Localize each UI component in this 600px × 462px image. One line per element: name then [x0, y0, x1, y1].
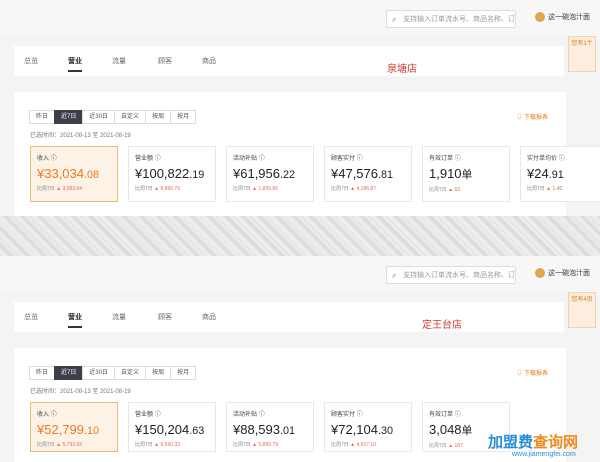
store-panel-2: ⌕ 支持输入订单流水号、商品名称、订 这一碗泡汁面 总览 营业 流量 顾客 商品…: [0, 256, 600, 462]
tab-customers[interactable]: 顾客: [158, 56, 172, 66]
range-month[interactable]: 按月: [170, 110, 197, 124]
metric-list: 收入 ⓘ ¥52,799.10 比周7日 ▲ 5,793.92 营业额 ⓘ ¥1…: [30, 402, 520, 452]
tab-overview[interactable]: 总览: [24, 312, 38, 322]
tab-traffic[interactable]: 流量: [112, 312, 126, 322]
nav-tabs: 总览 营业 流量 顾客 商品 泉塘店: [14, 46, 564, 76]
metric-income[interactable]: 收入 ⓘ ¥33,034.08 比周7日 ▲ 3,083.64: [30, 146, 118, 202]
metric-valid-orders[interactable]: 有效订单 ⓘ 1,910单 比周7日 ▲ 63: [422, 146, 510, 202]
user-menu[interactable]: 这一碗泡汁面: [535, 268, 590, 279]
info-icon: ⓘ: [558, 156, 565, 162]
metric-subsidy[interactable]: 活动补贴 ⓘ ¥61,956.22 比周7日 ▲ 1,855.86: [226, 146, 314, 202]
tab-overview[interactable]: 总览: [24, 56, 38, 66]
metrics-card: 昨日 近7日 近30日 自定义 按周 按月 ⇩ 下载报表 已选时间：2021-0…: [14, 92, 600, 216]
range-week[interactable]: 按周: [145, 366, 172, 380]
info-icon: ⓘ: [50, 412, 57, 418]
info-icon: ⓘ: [454, 412, 461, 418]
store-name: 泉塘店: [387, 64, 417, 75]
range-custom[interactable]: 自定义: [114, 366, 147, 380]
metrics-card: 昨日 近7日 近30日 自定义 按周 按月 ⇩ 下载报表 已选时间：2021-0…: [14, 348, 566, 462]
info-icon: ⓘ: [154, 156, 161, 162]
download-icon: ⇩: [516, 371, 524, 377]
divider-band: [0, 216, 600, 256]
download-report-button[interactable]: ⇩ 下载报表: [516, 112, 548, 121]
metric-turnover[interactable]: 营业额 ⓘ ¥150,204.63 比周7日 ▲ 9,560.33: [128, 402, 216, 452]
range-7d[interactable]: 近7日: [54, 366, 84, 380]
metric-turnover[interactable]: 营业额 ⓘ ¥100,822.19 比周7日 ▲ 8,866.79: [128, 146, 216, 202]
metric-list: 收入 ⓘ ¥33,034.08 比周7日 ▲ 3,083.64 营业额 ⓘ ¥1…: [30, 146, 600, 202]
search-placeholder: 支持输入订单流水号、商品名称、订: [403, 16, 515, 23]
metric-subsidy[interactable]: 活动补贴 ⓘ ¥88,593.01 比周7日 ▲ 5,889.79: [226, 402, 314, 452]
date-range-selector: 昨日 近7日 近30日 自定义 按周 按月: [29, 366, 197, 380]
download-label: 下载报表: [523, 371, 548, 377]
search-placeholder: 支持输入订单流水号、商品名称、订: [403, 272, 515, 279]
info-icon: ⓘ: [154, 412, 161, 418]
avatar: [535, 12, 545, 23]
tab-business[interactable]: 营业: [68, 312, 82, 328]
top-bar: ⌕ 支持输入订单流水号、商品名称、订 这一碗泡汁面: [0, 0, 600, 36]
search-input[interactable]: ⌕ 支持输入订单流水号、商品名称、订: [386, 10, 516, 28]
range-30d[interactable]: 近30日: [82, 366, 116, 380]
download-report-button[interactable]: ⇩ 下载报表: [516, 368, 548, 377]
selected-time: 已选时间：2021-08-13 至 2021-08-19: [30, 133, 131, 139]
search-icon: ⌕: [392, 15, 397, 24]
tab-traffic[interactable]: 流量: [112, 56, 126, 66]
range-7d[interactable]: 近7日: [54, 110, 84, 124]
user-name: 这一碗泡汁面: [548, 14, 590, 21]
watermark: 加盟费查询网 www.jiamengfei.com: [487, 434, 578, 458]
store-panel-1: ⌕ 支持输入订单流水号、商品名称、订 这一碗泡汁面 总览 营业 流量 顾客 商品…: [0, 0, 600, 216]
metric-avg-paid[interactable]: 实付单均价 ⓘ ¥24.91 比周7日 ▲ 1.40: [520, 146, 600, 202]
metric-customer-paid[interactable]: 顾客实付 ⓘ ¥72,104.30 比周7日 ▲ 4,927.10: [324, 402, 412, 452]
info-icon: ⓘ: [50, 156, 57, 162]
download-icon: ⇩: [516, 115, 524, 121]
metric-income[interactable]: 收入 ⓘ ¥52,799.10 比周7日 ▲ 5,793.92: [30, 402, 118, 452]
user-menu[interactable]: 这一碗泡汁面: [535, 12, 590, 23]
store-name: 定王台店: [422, 320, 462, 331]
user-name: 这一碗泡汁面: [548, 270, 590, 277]
search-input[interactable]: ⌕ 支持输入订单流水号、商品名称、订: [386, 266, 516, 284]
avatar: [535, 268, 545, 279]
range-yesterday[interactable]: 昨日: [29, 366, 56, 380]
info-icon: ⓘ: [356, 156, 363, 162]
tab-customers[interactable]: 顾客: [158, 312, 172, 322]
download-label: 下载报表: [523, 115, 548, 121]
info-icon: ⓘ: [356, 412, 363, 418]
top-bar: ⌕ 支持输入订单流水号、商品名称、订 这一碗泡汁面: [0, 256, 600, 292]
tab-business[interactable]: 营业: [68, 56, 82, 72]
date-range-selector: 昨日 近7日 近30日 自定义 按周 按月: [29, 110, 197, 124]
range-month[interactable]: 按月: [170, 366, 197, 380]
metric-customer-paid[interactable]: 顾客实付 ⓘ ¥47,576.81 比周7日 ▲ 4,186.87: [324, 146, 412, 202]
nav-tabs: 总览 营业 流量 顾客 商品 定王台店: [14, 302, 564, 332]
range-yesterday[interactable]: 昨日: [29, 110, 56, 124]
range-custom[interactable]: 自定义: [114, 110, 147, 124]
info-icon: ⓘ: [454, 156, 461, 162]
range-week[interactable]: 按周: [145, 110, 172, 124]
info-icon: ⓘ: [258, 156, 265, 162]
info-icon: ⓘ: [258, 412, 265, 418]
selected-time: 已选时间：2021-08-13 至 2021-08-19: [30, 389, 131, 395]
notice-float[interactable]: 您有1个: [568, 36, 596, 72]
range-30d[interactable]: 近30日: [82, 110, 116, 124]
tab-products[interactable]: 商品: [202, 56, 216, 66]
notice-float[interactable]: 您有4页: [568, 292, 596, 328]
search-icon: ⌕: [392, 271, 397, 280]
tab-products[interactable]: 商品: [202, 312, 216, 322]
